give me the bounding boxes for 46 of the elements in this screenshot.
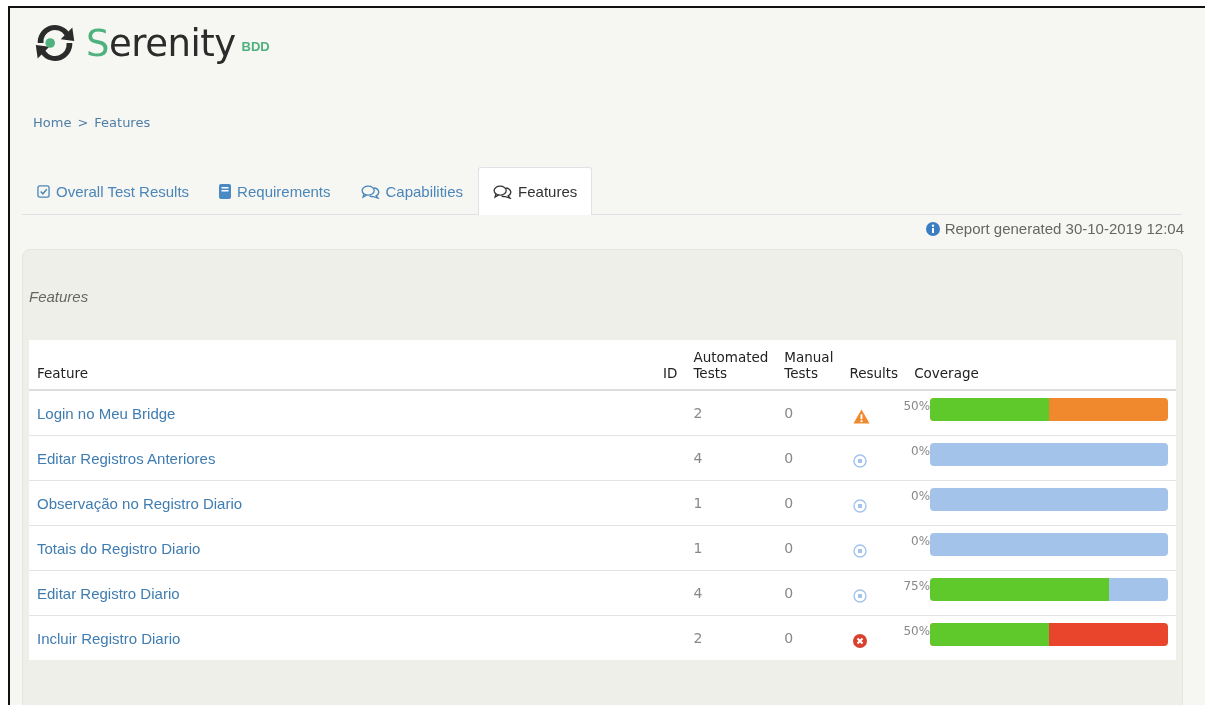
feature-link[interactable]: Observação no Registro Diario [37, 494, 243, 512]
report-timestamp: Report generated 30-10-2019 12:04 [944, 220, 1184, 237]
breadcrumb-link[interactable]: Features [94, 115, 151, 130]
column-header[interactable]: ID [655, 340, 686, 390]
tab[interactable]: Features [478, 167, 593, 215]
table-cell: 1 [693, 540, 703, 556]
feature-link[interactable]: Editar Registro Diario [37, 584, 180, 602]
tab[interactable]: Requirements [204, 167, 346, 215]
tab[interactable]: Overall Test Results [22, 167, 205, 215]
coverage-percent: 0% [910, 443, 931, 458]
tab[interactable]: Capabilities [345, 167, 479, 215]
logo-text: Serenity [86, 21, 236, 65]
table-cell: 0 [784, 630, 794, 646]
table-cell: 0 [784, 450, 794, 466]
coverage-percent: 50% [902, 623, 931, 638]
coverage-percent: 0% [910, 488, 931, 503]
feature-link[interactable]: Incluir Registro Diario [37, 629, 181, 647]
breadcrumb-separator: > [77, 115, 89, 130]
breadcrumb-link[interactable]: Home [33, 115, 72, 130]
logo-suffix: BDD [241, 38, 270, 54]
coverage-percent: 50% [902, 398, 931, 413]
column-header[interactable]: Feature [29, 340, 655, 390]
table-cell: 0 [784, 495, 794, 511]
checkbox-icon [37, 185, 50, 198]
table-cell: 0 [784, 585, 794, 601]
feature-link[interactable]: Editar Registros Anteriores [37, 449, 216, 467]
table-cell: 0 [784, 405, 794, 421]
column-header[interactable]: Coverage [906, 340, 1176, 390]
chat-bubbles-icon [493, 184, 513, 199]
info-icon [925, 221, 940, 236]
table-cell: 4 [693, 450, 703, 466]
panel-title: Features [29, 287, 90, 302]
column-header[interactable]: Manual Tests [776, 340, 842, 390]
feature-link[interactable]: Totais do Registro Diario [37, 539, 201, 557]
table-cell: 2 [693, 405, 703, 421]
book-icon [219, 184, 232, 199]
chat-bubbles-icon [360, 184, 380, 199]
table-cell: 1 [693, 495, 703, 511]
table-cell: 4 [693, 585, 703, 601]
table-cell: 0 [784, 540, 794, 556]
column-header[interactable]: Automated Tests [685, 340, 777, 390]
coverage-percent: 75% [902, 578, 931, 593]
feature-link[interactable]: Login no Meu Bridge [37, 404, 176, 422]
column-header[interactable]: Results [841, 340, 907, 390]
table-cell: 2 [693, 630, 703, 646]
coverage-percent: 0% [910, 533, 931, 548]
